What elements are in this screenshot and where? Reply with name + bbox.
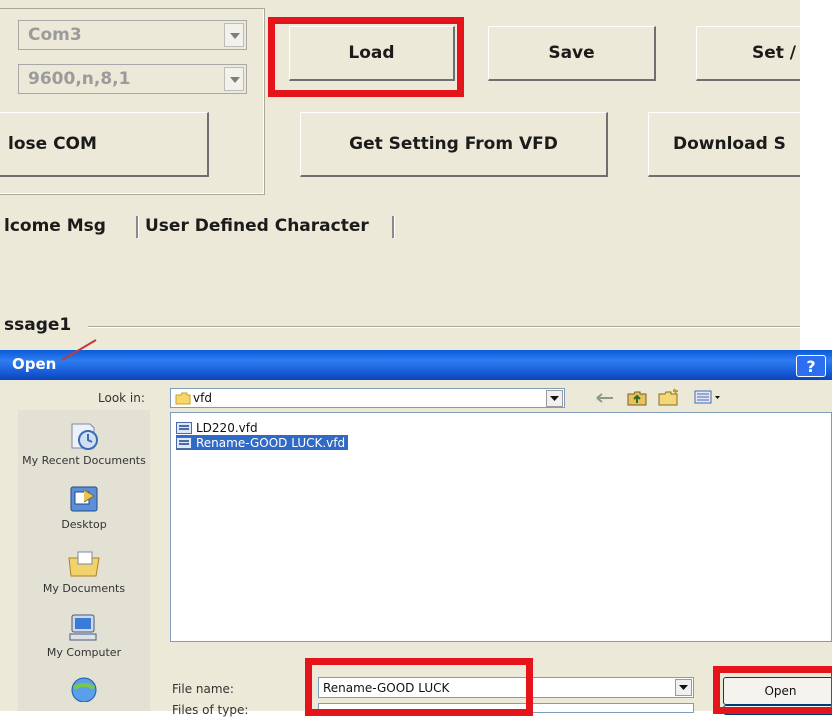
file-item-ld220-name: LD220.vfd	[196, 420, 258, 435]
place-my-documents-label: My Documents	[42, 582, 126, 595]
port-select-value: Com3	[28, 25, 82, 45]
place-desktop[interactable]: Desktop	[18, 484, 150, 531]
get-setting-from-vfd-button[interactable]: Get Setting From VFD	[300, 112, 608, 177]
place-my-documents[interactable]: My Documents	[18, 548, 150, 595]
message-group-label-text: ssage1	[4, 315, 72, 335]
set-label: Set /	[751, 43, 796, 63]
my-documents-icon	[68, 551, 100, 577]
message-group-label: ssage1	[4, 315, 71, 335]
get-setting-label: Get Setting From VFD	[349, 134, 558, 154]
chevron-down-icon	[230, 33, 240, 39]
place-my-recent-documents[interactable]: My Recent Documents	[18, 420, 150, 467]
chevron-down-icon	[550, 396, 559, 401]
up-folder-icon[interactable]	[627, 390, 647, 406]
open-dialog-titlebar[interactable]	[0, 350, 832, 380]
help-label: ?	[806, 356, 816, 376]
chevron-down-icon	[230, 77, 240, 83]
vfd-file-icon	[176, 421, 192, 434]
load-highlight-box	[268, 17, 464, 97]
chevron-down-icon	[679, 685, 688, 690]
baud-select-value: 9600,n,8,1	[28, 69, 131, 89]
my-network-places-icon[interactable]	[66, 672, 102, 702]
place-my-computer-label: My Computer	[46, 646, 122, 659]
port-select[interactable]: Com3	[18, 20, 247, 50]
baud-select-dropdown-button[interactable]	[224, 67, 244, 91]
vfd-file-icon	[176, 436, 192, 449]
file-name-label: File name:	[172, 682, 234, 696]
file-item-rename-good-luck[interactable]: Rename-GOOD LUCK.vfd	[176, 435, 349, 450]
place-my-computer[interactable]: My Computer	[18, 612, 150, 659]
look-in-value: vfd	[193, 391, 212, 405]
back-arrow-icon[interactable]	[595, 392, 615, 404]
file-name-highlight-box	[305, 658, 533, 716]
annotation-stroke	[62, 339, 97, 361]
file-item-ld220[interactable]: LD220.vfd	[176, 420, 261, 435]
close-com-button[interactable]: lose COM	[0, 112, 209, 177]
message-group-divider	[88, 326, 800, 327]
new-folder-icon[interactable]	[658, 388, 680, 406]
save-button[interactable]: Save	[488, 26, 656, 81]
my-computer-icon	[69, 614, 97, 641]
tab-user-defined-character[interactable]: User Defined Character	[145, 216, 369, 236]
tab-separator	[136, 216, 138, 238]
help-button[interactable]: ?	[796, 355, 826, 377]
look-in-label: Look in:	[98, 391, 145, 405]
desktop-icon	[70, 486, 98, 512]
download-label: Download S	[673, 134, 786, 154]
file-name-dropdown-button[interactable]	[675, 679, 692, 696]
download-button[interactable]: Download S	[648, 112, 800, 177]
tab-separator	[392, 216, 394, 238]
port-select-dropdown-button[interactable]	[224, 23, 244, 47]
folder-icon	[175, 392, 191, 405]
look-in-dropdown-button[interactable]	[546, 390, 563, 407]
tab-welcome-msg-label: lcome Msg	[4, 216, 106, 236]
place-desktop-label: Desktop	[61, 518, 107, 531]
tab-welcome-msg[interactable]: lcome Msg	[4, 216, 106, 236]
close-com-label: lose COM	[8, 134, 97, 154]
baud-select[interactable]: 9600,n,8,1	[18, 64, 247, 94]
view-menu-icon[interactable]	[694, 390, 722, 404]
set-button[interactable]: Set /	[696, 26, 800, 81]
save-label: Save	[548, 43, 595, 63]
recent-documents-icon	[71, 423, 98, 450]
open-button-highlight-box	[713, 666, 832, 714]
files-of-type-label: Files of type:	[172, 703, 249, 717]
open-dialog-title: Open	[12, 355, 57, 373]
tab-user-defined-character-label: User Defined Character	[145, 216, 369, 236]
look-in-select[interactable]: vfd	[170, 388, 565, 408]
place-my-recent-documents-label: My Recent Documents	[22, 454, 146, 467]
file-item-rename-good-luck-name: Rename-GOOD LUCK.vfd	[196, 435, 346, 450]
